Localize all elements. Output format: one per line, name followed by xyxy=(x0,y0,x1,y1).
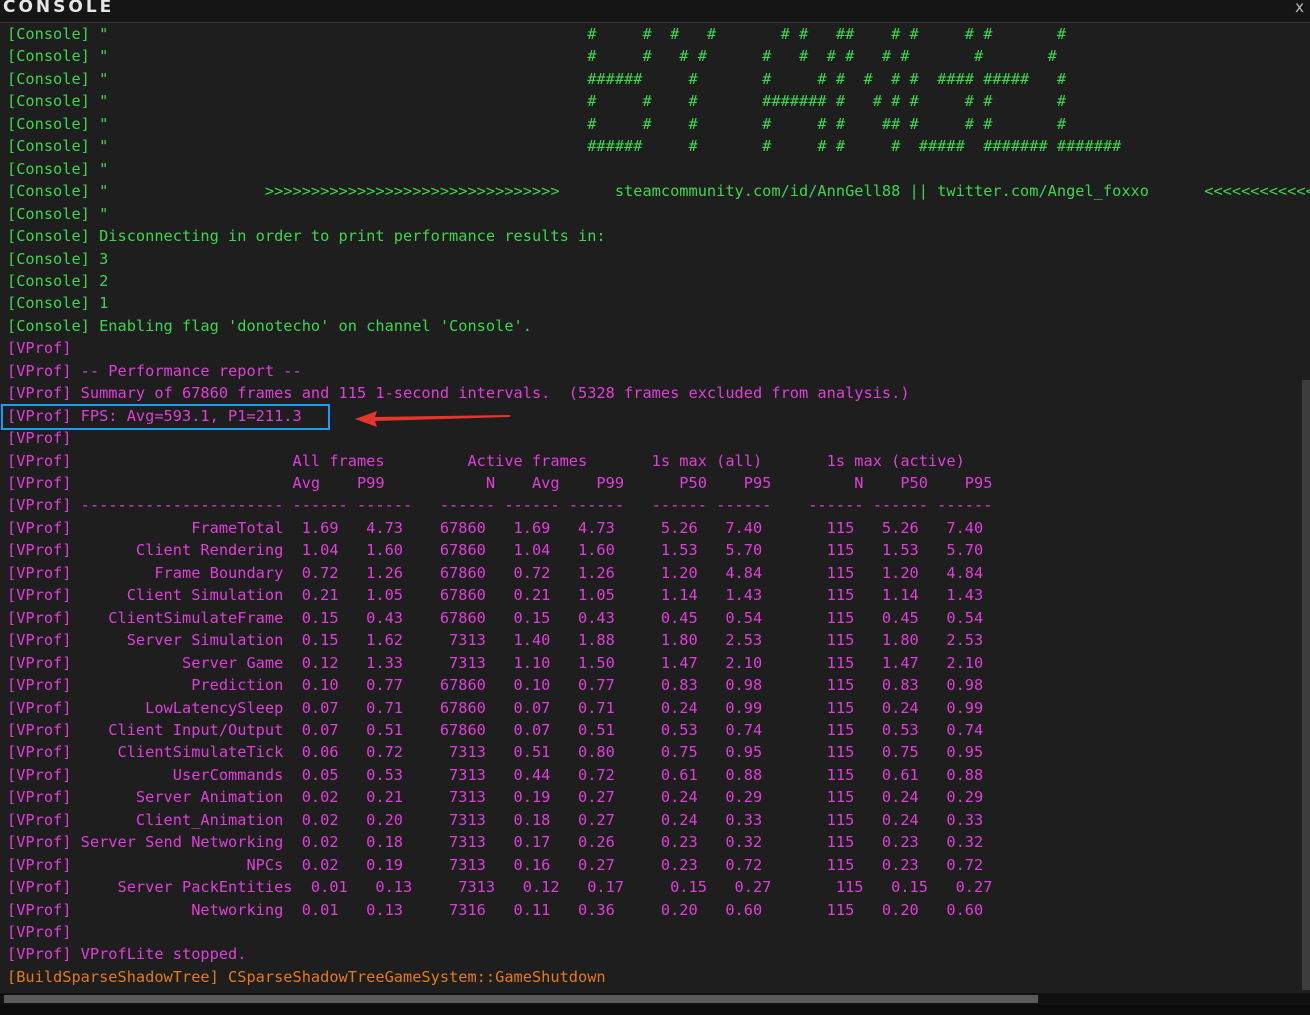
log-line: [VProf] NPCs 0.02 0.19 7313 0.16 0.27 0.… xyxy=(7,855,984,874)
log-line: [BuildSparseShadowTree] CSparseShadowTre… xyxy=(7,967,606,986)
log-line: [VProf] Networking 0.01 0.13 7316 0.11 0… xyxy=(7,900,984,919)
log-line: [VProf] Server PackEntities 0.01 0.13 73… xyxy=(7,878,993,897)
log-line: [Console] " # # # ####### # # # # # # # xyxy=(7,92,1067,111)
log-line: [VProf] Client_Animation 0.02 0.20 7313 … xyxy=(7,810,984,829)
red-arrow-icon xyxy=(355,411,510,427)
log-line: [VProf] Avg P99 N Avg P99 P50 P95 N P50 … xyxy=(7,474,993,492)
log-line: [VProf] ClientSimulateFrame 0.15 0.43 67… xyxy=(7,608,984,627)
log-line: [VProf] All frames Active frames 1s max … xyxy=(7,451,965,470)
vertical-scrollbar[interactable] xyxy=(1302,380,1310,990)
log-line: [VProf] Client Simulation 0.21 1.05 6786… xyxy=(7,586,984,605)
log-line: [Console] " xyxy=(7,204,109,223)
log-line: [VProf] VProfLite stopped. xyxy=(7,945,247,964)
log-line: [VProf] Prediction 0.10 0.77 67860 0.10 … xyxy=(7,676,984,695)
fps-highlight-box xyxy=(1,404,330,430)
log-line: [Console] " # # # # # # # # # # # # xyxy=(7,47,1057,66)
log-line: [Console] " xyxy=(7,159,109,178)
log-line: [Console] " ###### # # # # # # # #### ##… xyxy=(7,69,1067,88)
console-log[interactable]: [Console] " # # # # # # ## # # # # # [Con… xyxy=(0,22,1310,993)
console-titlebar: CONSOLE x xyxy=(0,0,1310,22)
console-title: CONSOLE xyxy=(3,0,115,17)
log-line: [VProf] Client Rendering 1.04 1.60 67860… xyxy=(7,541,984,560)
log-line: [Console] 2 xyxy=(7,271,109,290)
log-line: [VProf] xyxy=(7,429,72,448)
log-line: [VProf] -- Performance report -- xyxy=(7,361,302,380)
close-icon[interactable]: x xyxy=(1295,0,1304,16)
log-line: [Console] Enabling flag 'donotecho' on c… xyxy=(7,316,532,335)
log-line: [VProf] Client Input/Output 0.07 0.51 67… xyxy=(7,720,984,739)
log-line: [Console] 1 xyxy=(7,294,109,313)
log-line: [VProf] LowLatencySleep 0.07 0.71 67860 … xyxy=(7,698,984,717)
log-line: [VProf] Server Simulation 0.15 1.62 7313… xyxy=(7,631,984,650)
log-line: [VProf] Summary of 67860 frames and 115 … xyxy=(7,384,910,403)
log-line: [VProf] ClientSimulateTick 0.06 0.72 731… xyxy=(7,743,984,762)
horizontal-scrollbar-thumb[interactable] xyxy=(4,995,1038,1003)
log-line: [Console] " # # # # # # ## # # # # xyxy=(7,114,1067,133)
log-line: [Console] 3 xyxy=(7,249,109,268)
log-line: [VProf] UserCommands 0.05 0.53 7313 0.44… xyxy=(7,765,984,784)
console-input-strip[interactable] xyxy=(0,1005,1310,1015)
log-line: [Console] Disconnecting in order to prin… xyxy=(7,227,606,246)
log-line: [Console] " >>>>>>>>>>>>>>>>>>>>>>>>>>>>… xyxy=(7,182,1310,201)
log-line: [VProf] FrameTotal 1.69 4.73 67860 1.69 … xyxy=(7,518,984,537)
log-line: [VProf] Server Animation 0.02 0.21 7313 … xyxy=(7,788,984,807)
log-line: [Console] " ###### # # # # # ##### #####… xyxy=(7,137,1122,156)
log-line: [VProf] xyxy=(7,923,72,941)
log-line: [VProf] ---------------------- ------ --… xyxy=(7,496,993,515)
log-line: [VProf] Server Send Networking 0.02 0.18… xyxy=(7,833,984,852)
log-line: [VProf] xyxy=(7,339,72,358)
log-line: [VProf] Frame Boundary 0.72 1.26 67860 0… xyxy=(7,563,984,582)
log-line: [Console] " # # # # # # ## # # # # # xyxy=(7,25,1067,43)
log-line: [VProf] Server Game 0.12 1.33 7313 1.10 … xyxy=(7,653,984,672)
